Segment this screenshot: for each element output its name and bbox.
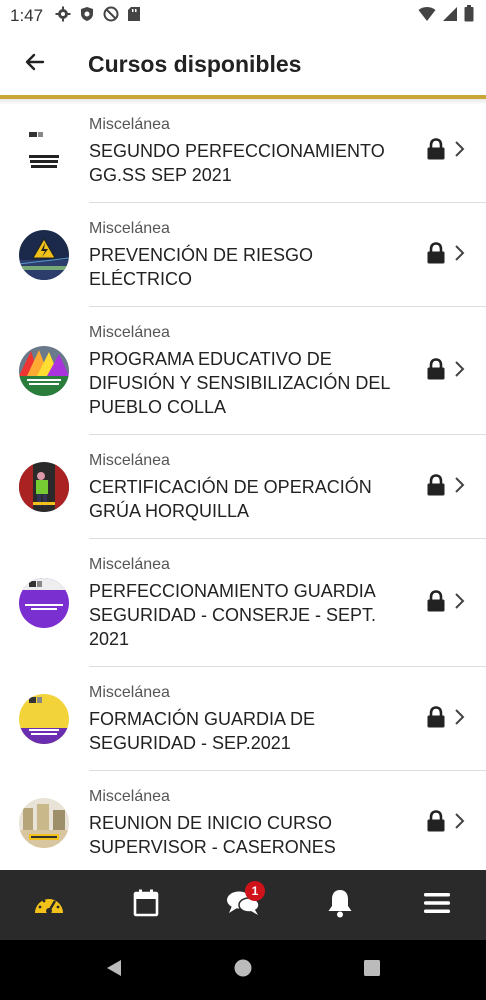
course-actions [426,137,486,165]
page-title: Cursos disponibles [88,50,302,77]
battery-icon [464,5,474,27]
course-actions [426,809,486,837]
course-text: Miscelánea PROGRAMA EDUCATIVO DE DIFUSIÓ… [89,323,426,419]
course-item[interactable]: Miscelánea PERFECCIONAMIENTO GUARDIA SEG… [0,539,486,667]
bell-icon [327,888,353,923]
nav-notifications[interactable] [310,875,370,935]
nav-calendar[interactable] [116,875,176,935]
course-item[interactable]: Miscelánea SEGUNDO PERFECCIONAMIENTO GG.… [0,99,486,203]
course-name: PROGRAMA EDUCATIVO DE DIFUSIÓN Y SENSIBI… [89,349,390,417]
system-nav [0,940,486,1000]
back-triangle-icon[interactable] [104,958,124,983]
course-category: Miscelánea [89,116,170,133]
status-icons-left [55,6,141,27]
lock-icon [426,137,446,165]
status-bar: 1:47 [0,0,486,32]
back-button[interactable] [0,32,70,96]
dashboard-icon [33,891,65,920]
nav-dashboard[interactable] [19,875,79,935]
signal-icon [442,6,458,27]
course-thumbnail [19,462,69,512]
menu-icon [423,891,451,920]
course-name: PERFECCIONAMIENTO GUARDIA SEGURIDAD - CO… [89,581,377,649]
calendar-icon [133,889,159,922]
course-text: Miscelánea CERTIFICACIÓN DE OPERACIÓN GR… [89,451,426,523]
course-item[interactable]: Miscelánea PROGRAMA EDUCATIVO DE DIFUSIÓ… [0,307,486,435]
course-actions [426,357,486,385]
recents-square-icon[interactable] [362,958,382,983]
chevron-right-icon[interactable] [454,360,466,383]
course-text: Miscelánea PERFECCIONAMIENTO GUARDIA SEG… [89,555,426,651]
status-time: 1:47 [10,6,44,25]
course-thumbnail [19,230,69,280]
course-category: Miscelánea [89,684,170,701]
course-text: Miscelánea PREVENCIÓN DE RIESGO ELÉCTRIC… [89,219,426,291]
chevron-right-icon[interactable] [454,812,466,835]
lock-icon [426,809,446,837]
gear-icon [55,6,71,27]
nav-chat[interactable]: 1 [213,875,273,935]
nav-menu[interactable] [407,875,467,935]
course-category: Miscelánea [89,556,170,573]
app-bar: Cursos disponibles [0,32,486,96]
course-category: Miscelánea [89,220,170,237]
status-icons-right [418,5,474,27]
no-disturb-icon [103,6,119,27]
course-name: FORMACIÓN GUARDIA DE SEGURIDAD - SEP.202… [89,709,316,753]
course-item[interactable]: Miscelánea CERTIFICACIÓN DE OPERACIÓN GR… [0,435,486,539]
chevron-right-icon[interactable] [454,140,466,163]
lock-icon [426,473,446,501]
chevron-right-icon[interactable] [454,708,466,731]
bottom-nav: 1 [0,870,486,940]
course-item[interactable]: Miscelánea PREVENCIÓN DE RIESGO ELÉCTRIC… [0,203,486,307]
lock-icon [426,589,446,617]
course-name: SEGUNDO PERFECCIONAMIENTO GG.SS SEP 2021 [89,141,385,185]
course-item[interactable]: Miscelánea FORMACIÓN GUARDIA DE SEGURIDA… [0,667,486,771]
chat-badge: 1 [244,881,265,901]
course-actions [426,589,486,617]
course-thumbnail [19,578,69,628]
course-text: Miscelánea REUNION DE INICIO CURSO SUPER… [89,787,426,859]
arrow-left-icon [23,50,47,79]
course-thumbnail [19,694,69,744]
shield-icon [79,6,95,27]
lock-icon [426,241,446,269]
course-category: Miscelánea [89,452,170,469]
course-list[interactable]: Miscelánea SEGUNDO PERFECCIONAMIENTO GG.… [0,99,486,869]
lock-icon [426,357,446,385]
course-name: CERTIFICACIÓN DE OPERACIÓN GRÚA HORQUILL… [89,477,372,521]
course-thumbnail [19,126,69,176]
course-actions [426,241,486,269]
course-thumbnail [19,798,69,848]
course-item[interactable]: Miscelánea REUNION DE INICIO CURSO SUPER… [0,771,486,869]
wifi-icon [418,6,436,27]
course-text: Miscelánea SEGUNDO PERFECCIONAMIENTO GG.… [89,115,426,187]
lock-icon [426,705,446,733]
course-name: REUNION DE INICIO CURSO SUPERVISOR - CAS… [89,813,336,857]
course-category: Miscelánea [89,788,170,805]
chevron-right-icon[interactable] [454,476,466,499]
home-circle-icon[interactable] [233,958,253,983]
course-name: PREVENCIÓN DE RIESGO ELÉCTRICO [89,245,314,289]
chevron-right-icon[interactable] [454,592,466,615]
course-actions [426,473,486,501]
course-text: Miscelánea FORMACIÓN GUARDIA DE SEGURIDA… [89,683,426,755]
course-thumbnail [19,346,69,396]
course-actions [426,705,486,733]
chevron-right-icon[interactable] [454,244,466,267]
course-category: Miscelánea [89,324,170,341]
sd-card-icon [127,6,141,27]
